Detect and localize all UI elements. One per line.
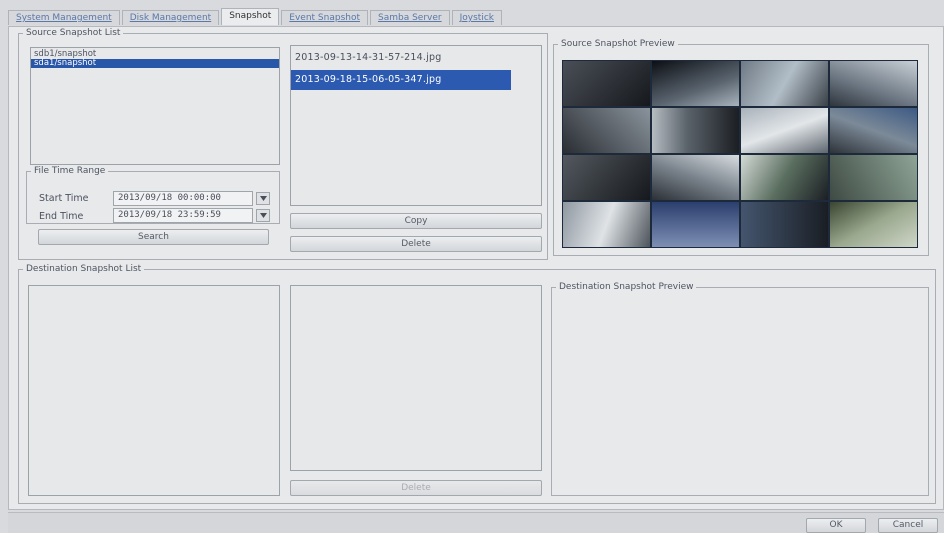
file-item-2[interactable]: 2013-09-18-15-06-05-347.jpg bbox=[291, 70, 511, 90]
copy-button[interactable]: Copy bbox=[290, 213, 542, 229]
start-time-dropdown[interactable] bbox=[256, 192, 270, 205]
source-delete-button[interactable]: Delete bbox=[290, 236, 542, 252]
source-folder-list[interactable]: sdb1/snapshot sda1/snapshot bbox=[30, 47, 280, 165]
chevron-down-icon bbox=[259, 196, 267, 201]
file-item-1[interactable]: 2013-09-13-14-31-57-214.jpg bbox=[291, 48, 541, 68]
ok-button[interactable]: OK bbox=[806, 518, 866, 533]
destination-file-list[interactable] bbox=[290, 285, 542, 471]
destination-snapshot-group-title: Destination Snapshot List bbox=[26, 264, 142, 274]
destination-preview-title: Destination Snapshot Preview bbox=[559, 282, 694, 292]
start-time-label: Start Time bbox=[39, 193, 89, 204]
end-time-label: End Time bbox=[39, 211, 84, 222]
search-button[interactable]: Search bbox=[38, 229, 269, 245]
tab-joystick[interactable]: Joystick bbox=[451, 10, 502, 25]
destination-folder-list[interactable] bbox=[28, 285, 280, 496]
tab-bar: System Management Disk Management Snapsh… bbox=[8, 8, 504, 26]
source-preview-title: Source Snapshot Preview bbox=[561, 39, 675, 49]
destination-preview-group: Destination Snapshot Preview bbox=[551, 282, 929, 496]
tab-system-management[interactable]: System Management bbox=[8, 10, 120, 25]
end-time-field[interactable]: 2013/09/18 23:59:59 bbox=[113, 208, 253, 223]
tab-disk-management[interactable]: Disk Management bbox=[121, 10, 220, 25]
source-snapshot-group-title: Source Snapshot List bbox=[26, 28, 121, 38]
source-snapshot-preview-image bbox=[562, 60, 918, 248]
source-file-list[interactable]: 2013-09-13-14-31-57-214.jpg 2013-09-18-1… bbox=[290, 45, 542, 206]
start-time-field[interactable]: 2013/09/18 00:00:00 bbox=[113, 191, 253, 206]
tab-event-snapshot[interactable]: Event Snapshot bbox=[281, 10, 368, 25]
cancel-button[interactable]: Cancel bbox=[878, 518, 938, 533]
chevron-down-icon bbox=[259, 213, 267, 218]
folder-item-sda1[interactable]: sda1/snapshot bbox=[31, 59, 279, 68]
tab-snapshot[interactable]: Snapshot bbox=[221, 8, 280, 25]
file-time-range-title: File Time Range bbox=[34, 166, 106, 176]
destination-delete-button[interactable]: Delete bbox=[290, 480, 542, 496]
tab-samba-server[interactable]: Samba Server bbox=[370, 10, 450, 25]
end-time-dropdown[interactable] bbox=[256, 209, 270, 222]
footer-bar bbox=[8, 512, 944, 533]
